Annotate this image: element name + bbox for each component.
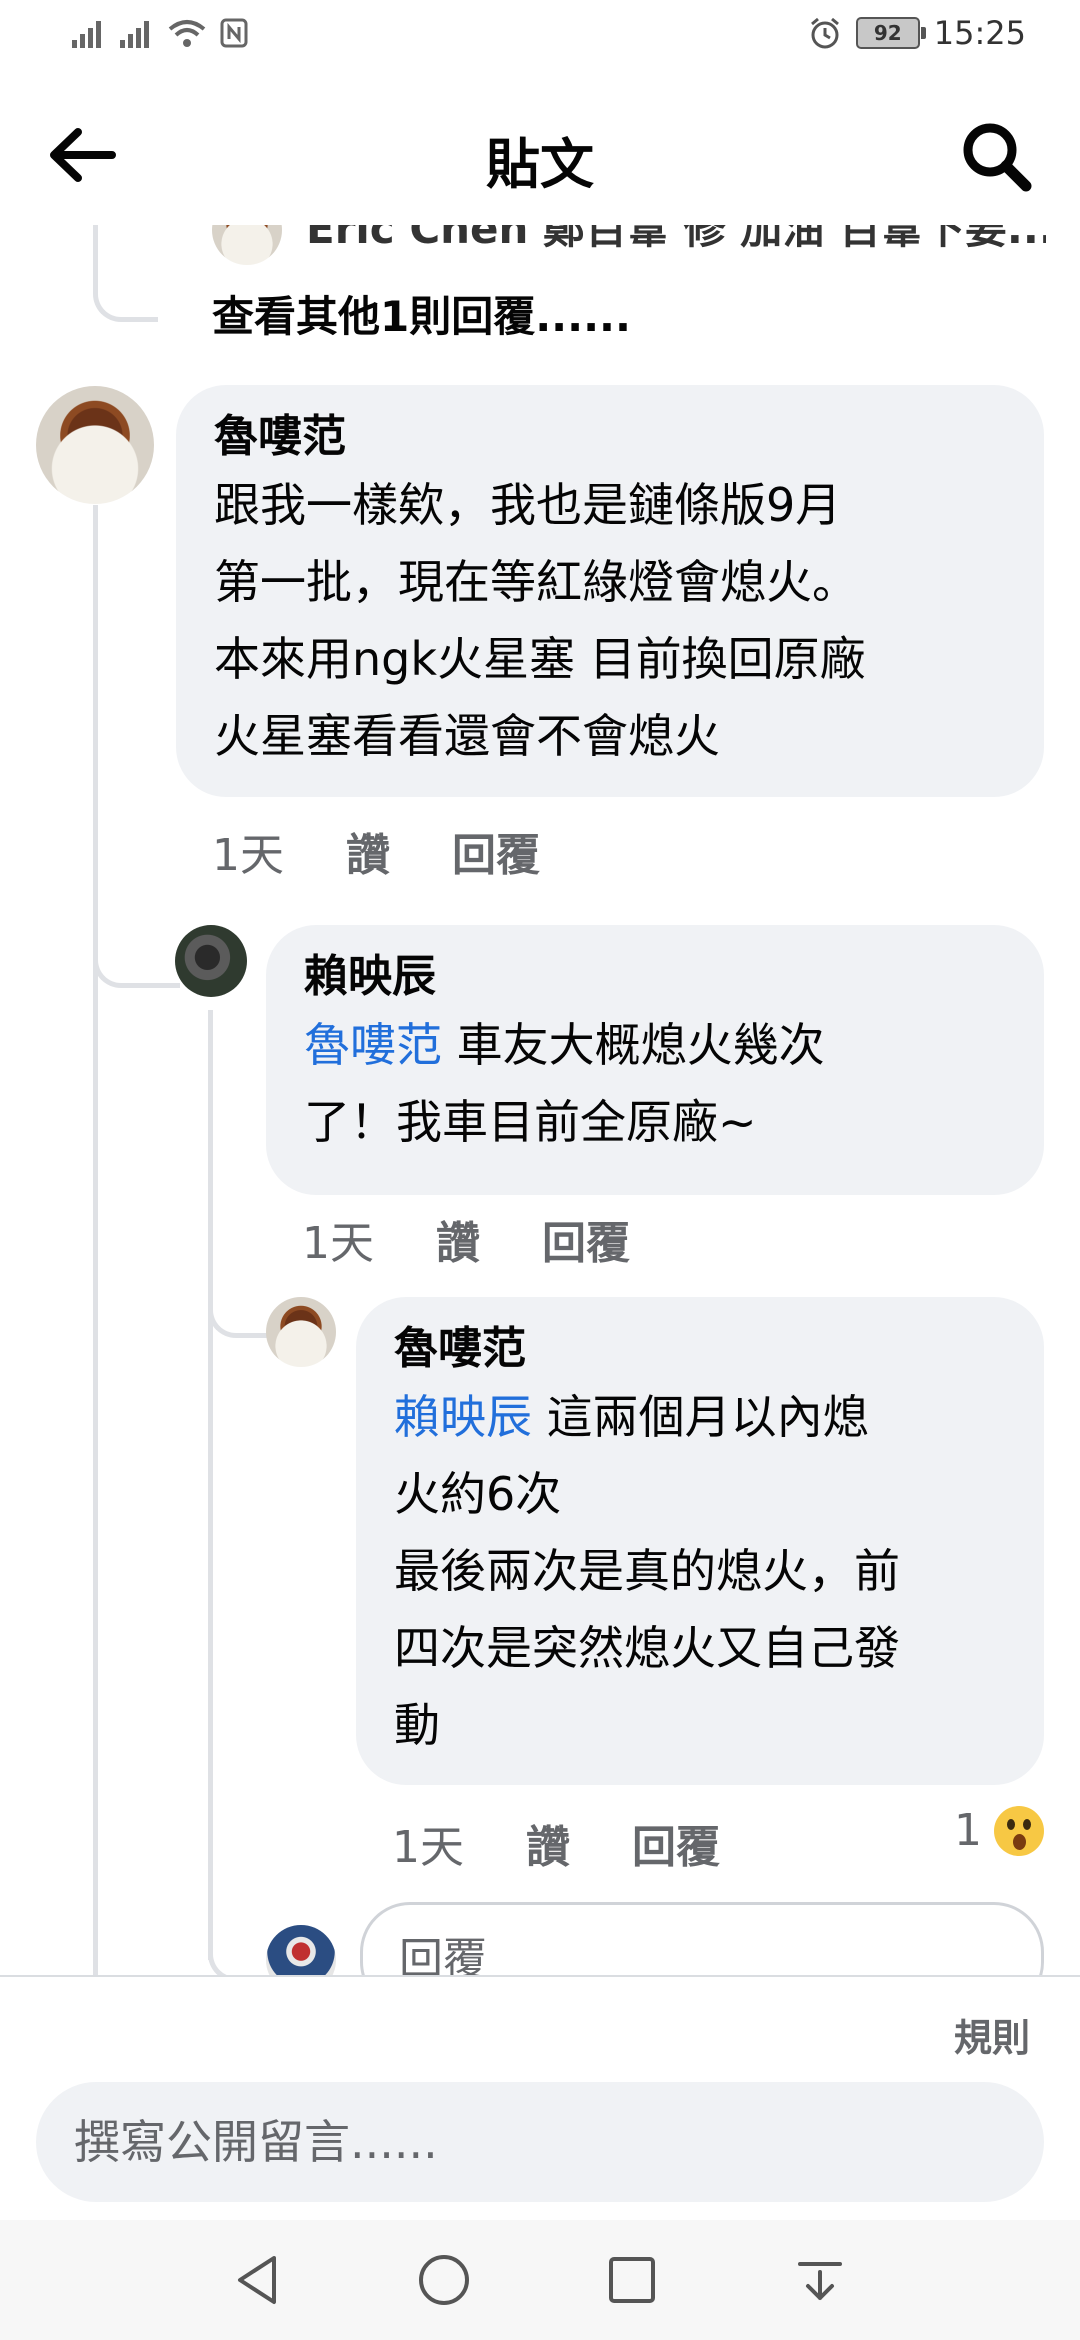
reply-input[interactable]: 回覆 — [360, 1902, 1044, 1975]
wow-emoji-icon — [994, 1805, 1044, 1856]
avatar[interactable] — [175, 925, 247, 997]
nav-back-icon[interactable] — [230, 2252, 286, 2308]
avatar[interactable] — [212, 225, 282, 265]
nav-recents-icon[interactable] — [604, 2252, 660, 2308]
comment-time[interactable]: 1天 — [392, 1811, 464, 1875]
nfc-icon — [220, 18, 248, 48]
thread-connector — [208, 1925, 271, 1975]
comment-input[interactable]: 撰寫公開留言...... — [36, 2082, 1044, 2202]
like-button[interactable]: 讚 — [436, 1207, 480, 1271]
comment-text: 魯嘍范 車友大概熄火幾次 了！我車目前全原廠~ — [304, 1007, 1008, 1161]
page-title: 貼文 — [486, 133, 594, 196]
reply-button[interactable]: 回覆 — [452, 819, 540, 883]
comment-actions: 1天 讚 回覆 — [302, 1207, 692, 1271]
comment-bubble: 魯嘍范 賴映辰 這兩個月以內熄 火約6次 最後兩次是真的熄火，前 四次是突然熄火… — [356, 1297, 1044, 1785]
signal-icon — [72, 21, 101, 48]
comment-author[interactable]: 魯嘍范 — [394, 1319, 1008, 1379]
alarm-icon — [810, 17, 839, 49]
mention-link[interactable]: 賴映辰 — [394, 1390, 532, 1444]
comment-actions: 1天 讚 回覆 — [212, 819, 602, 883]
comment-composer: 規則 撰寫公開留言...... — [0, 1975, 1080, 2222]
system-nav-bar — [0, 2220, 1080, 2340]
nav-home-icon[interactable] — [416, 2252, 472, 2308]
avatar[interactable] — [266, 1297, 336, 1367]
comment-time[interactable]: 1天 — [212, 819, 284, 883]
signal-icon-2 — [120, 21, 149, 48]
wifi-icon — [168, 20, 206, 47]
comment-body: 這兩個月以內熄 火約6次 最後兩次是真的熄火，前 四次是突然熄火又自己發 動 — [394, 1390, 900, 1752]
status-icons-left — [72, 18, 248, 48]
thread-line-reply — [208, 1010, 213, 1960]
comment-actions: 1天 讚 回覆 — [392, 1811, 782, 1875]
app-header: 貼文 — [0, 80, 1080, 225]
status-time: 15:25 — [933, 14, 1026, 52]
view-more-replies[interactable]: 查看其他1則回覆...... — [212, 283, 631, 344]
comment-author[interactable]: 賴映辰 — [304, 947, 1008, 1007]
comment-thread: Eric Chen 鄭百葦 修 加油 百葦下要... 查看其他1則回覆.....… — [0, 225, 1080, 1975]
status-bar: 92 15:25 — [0, 0, 1080, 75]
search-icon[interactable] — [956, 116, 1036, 196]
reply-button[interactable]: 回覆 — [542, 1207, 630, 1271]
thread-connector — [93, 225, 158, 322]
like-button[interactable]: 讚 — [346, 819, 390, 883]
rules-link[interactable]: 規則 — [954, 2007, 1030, 2062]
comment-bubble: 魯嘍范 跟我一樣欸，我也是鏈條版9月 第一批，現在等紅綠燈會熄火。 本來用ngk… — [176, 385, 1044, 797]
thread-connector — [93, 935, 180, 988]
reaction-summary[interactable]: 1 — [954, 1805, 1044, 1856]
comment-bubble: 賴映辰 魯嘍范 車友大概熄火幾次 了！我車目前全原廠~ — [266, 925, 1044, 1195]
thread-line-main — [93, 505, 98, 1975]
partial-comment: Eric Chen 鄭百葦 修 加油 百葦下要... — [306, 225, 1046, 253]
avatar[interactable] — [36, 386, 154, 504]
like-button[interactable]: 讚 — [526, 1811, 570, 1875]
comment-text: 跟我一樣欸，我也是鏈條版9月 第一批，現在等紅綠燈會熄火。 本來用ngk火星塞 … — [214, 478, 866, 763]
battery-indicator: 92 — [855, 17, 926, 49]
mention-link[interactable]: 魯嘍范 — [304, 1018, 442, 1072]
reply-button[interactable]: 回覆 — [632, 1811, 720, 1875]
comment-text: 賴映辰 這兩個月以內熄 火約6次 最後兩次是真的熄火，前 四次是突然熄火又自己發… — [394, 1379, 1008, 1764]
reaction-count: 1 — [954, 1805, 982, 1856]
comment-author[interactable]: 魯嘍范 — [214, 407, 1008, 467]
nav-notification-pull-icon[interactable] — [792, 2252, 848, 2308]
avatar — [266, 1925, 336, 1975]
thread-connector — [208, 1265, 271, 1338]
status-icons-right: 92 15:25 — [808, 14, 1026, 52]
comment-time[interactable]: 1天 — [302, 1207, 374, 1271]
